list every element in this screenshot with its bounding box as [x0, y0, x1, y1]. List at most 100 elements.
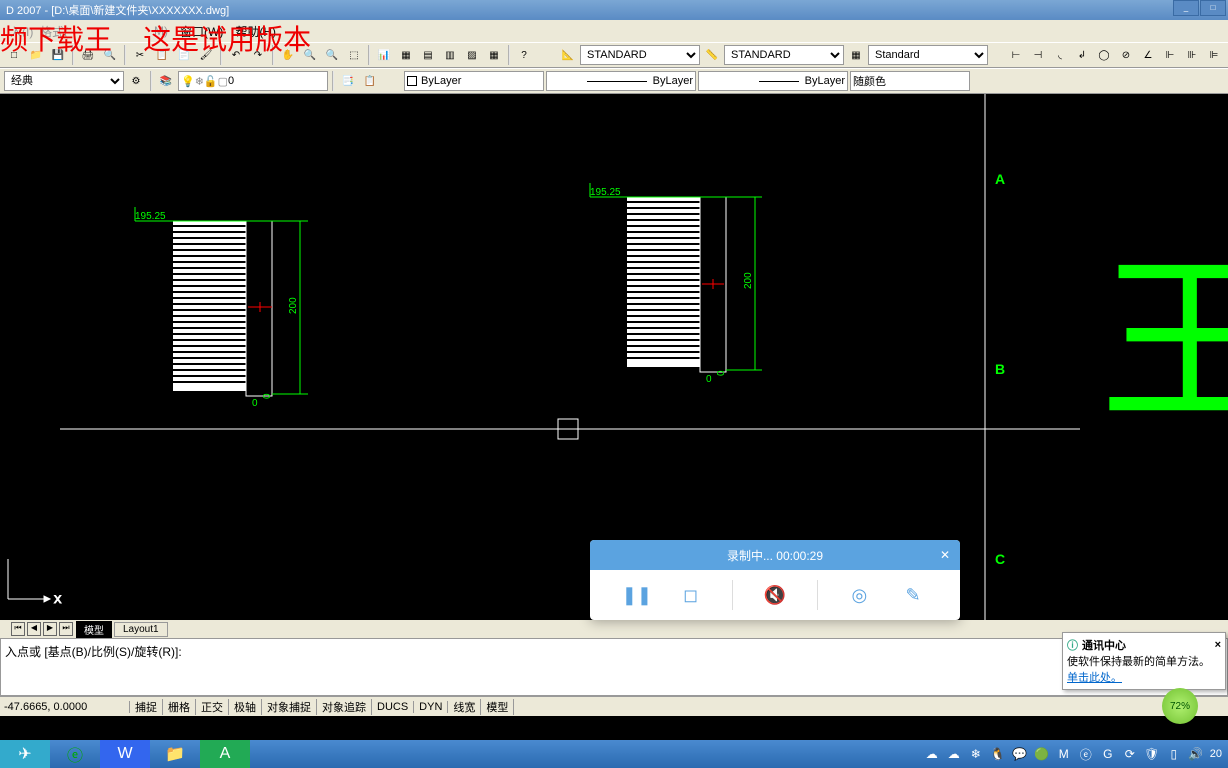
linetype-combo[interactable]: ByLayer: [546, 71, 696, 91]
tab-last-button[interactable]: ⏭: [59, 622, 73, 636]
layer-prop-button[interactable]: 📚: [156, 71, 176, 91]
dim-arc-button[interactable]: ◟: [1050, 45, 1070, 65]
dim-cont-button[interactable]: ⊫: [1204, 45, 1224, 65]
dc-button[interactable]: ▦: [396, 45, 416, 65]
tray-wechat-icon[interactable]: 💬: [1012, 746, 1028, 762]
dim-aligned-button[interactable]: ⊣: [1028, 45, 1048, 65]
tray-snow-icon[interactable]: ❄: [968, 746, 984, 762]
tablestyle-combo[interactable]: Standard: [868, 45, 988, 65]
paste-button[interactable]: 📄: [174, 45, 194, 65]
layer-combo[interactable]: 💡❄🔓▢ 0: [178, 71, 328, 91]
ssm-button[interactable]: ▥: [440, 45, 460, 65]
notification-close-button[interactable]: ×: [1215, 639, 1221, 651]
tab-model[interactable]: 模型: [76, 621, 112, 638]
tp-button[interactable]: ▤: [418, 45, 438, 65]
lineweight-combo[interactable]: ByLayer: [698, 71, 848, 91]
mkm-button[interactable]: ▨: [462, 45, 482, 65]
toggle-lwt[interactable]: 线宽: [448, 699, 481, 715]
toggle-ortho[interactable]: 正交: [196, 699, 229, 715]
zoom-button[interactable]: 🔍: [300, 45, 320, 65]
undo-button[interactable]: ↶: [226, 45, 246, 65]
calc-button[interactable]: ▦: [484, 45, 504, 65]
color-combo[interactable]: ByLayer: [404, 71, 544, 91]
preview-button[interactable]: 🔍: [100, 45, 120, 65]
tray-clock[interactable]: 20: [1210, 748, 1222, 760]
command-line[interactable]: 入点或 [基点(B)/比例(S)/旋转(R)]:: [0, 638, 1228, 696]
toolbar-layers: 经典 ⚙ 📚 💡❄🔓▢ 0 📑 📋 ByLayer ByLayer ByLaye…: [0, 68, 1228, 94]
redo-button[interactable]: ↷: [248, 45, 268, 65]
match-button[interactable]: 🖌: [196, 45, 216, 65]
dim-icon[interactable]: 📐: [558, 45, 578, 65]
menu-help[interactable]: 帮助(H): [235, 23, 276, 40]
tray-cloud-icon[interactable]: ☁: [924, 746, 940, 762]
save-button[interactable]: 💾: [48, 45, 68, 65]
zoom-prev-button[interactable]: 🔍: [322, 45, 342, 65]
status-coords: -47.6665, 0.0000: [0, 701, 130, 713]
dimstyle-combo[interactable]: STANDARD: [724, 45, 844, 65]
plot-button[interactable]: 🖨: [78, 45, 98, 65]
dim-rad-button[interactable]: ◯: [1094, 45, 1114, 65]
plotcolor-combo[interactable]: 随颜色: [850, 71, 970, 91]
taskbar-app-explorer[interactable]: 📁: [150, 740, 200, 768]
pan-button[interactable]: ✋: [278, 45, 298, 65]
copy-button[interactable]: 📋: [152, 45, 172, 65]
tray-360-icon[interactable]: 🟢: [1034, 746, 1050, 762]
dim-linear-button[interactable]: ⊢: [1006, 45, 1026, 65]
new-button[interactable]: □: [4, 45, 24, 65]
tray-g-icon[interactable]: G: [1100, 746, 1116, 762]
dim-base-button[interactable]: ⊪: [1182, 45, 1202, 65]
menu-window[interactable]: 窗口(W): [180, 23, 223, 40]
taskbar-app-ie[interactable]: ⓔ: [50, 740, 100, 768]
toggle-snap[interactable]: 捕捉: [130, 699, 163, 715]
toggle-osnap[interactable]: 对象捕捉: [262, 699, 317, 715]
tab-prev-button[interactable]: ◀: [27, 622, 41, 636]
notification-link[interactable]: 单击此处。: [1067, 672, 1122, 684]
maximize-button[interactable]: □: [1200, 0, 1226, 16]
tray-qq-icon[interactable]: 🐧: [990, 746, 1006, 762]
tab-first-button[interactable]: ⏮: [11, 622, 25, 636]
recorder-camera-button[interactable]: ◎: [847, 583, 871, 607]
tray-cloud2-icon[interactable]: ☁: [946, 746, 962, 762]
recorder-draw-button[interactable]: ✎: [901, 583, 925, 607]
tray-m-icon[interactable]: M: [1056, 746, 1072, 762]
workspace-combo[interactable]: 经典: [4, 71, 124, 91]
tab-next-button[interactable]: ▶: [43, 622, 57, 636]
open-button[interactable]: 📁: [26, 45, 46, 65]
zoom-win-button[interactable]: ⬚: [344, 45, 364, 65]
toggle-grid[interactable]: 栅格: [163, 699, 196, 715]
dim2-icon[interactable]: 📏: [702, 45, 722, 65]
toggle-otrack[interactable]: 对象追踪: [317, 699, 372, 715]
props-button[interactable]: 📊: [374, 45, 394, 65]
toggle-dyn[interactable]: DYN: [414, 701, 448, 713]
tray-shield-icon[interactable]: 🛡: [1144, 746, 1160, 762]
toggle-model[interactable]: 模型: [481, 699, 514, 715]
taskbar-app-wps[interactable]: W: [100, 740, 150, 768]
tray-ie-icon[interactable]: ⓔ: [1078, 746, 1094, 762]
recorder-header[interactable]: 录制中... 00:00:29 ✕: [590, 540, 960, 570]
taskbar-app-cad[interactable]: A: [200, 740, 250, 768]
system-tray: ☁ ☁ ❄ 🐧 💬 🟢 M ⓔ G ⟳ 🛡 ▯ 🔊 20: [924, 746, 1228, 762]
cut-button[interactable]: ✂: [130, 45, 150, 65]
toggle-ducs[interactable]: DUCS: [372, 701, 414, 713]
dim-ord-button[interactable]: ↲: [1072, 45, 1092, 65]
help-button[interactable]: ?: [514, 45, 534, 65]
tray-battery-icon[interactable]: ▯: [1166, 746, 1182, 762]
recorder-close-button[interactable]: ✕: [940, 548, 950, 562]
textstyle-combo[interactable]: STANDARD: [580, 45, 700, 65]
dim-dia-button[interactable]: ⊘: [1116, 45, 1136, 65]
tab-layout1[interactable]: Layout1: [114, 622, 168, 637]
layer-state-button[interactable]: 📑: [338, 71, 358, 91]
recorder-pause-button[interactable]: ❚❚: [625, 583, 649, 607]
tray-refresh-icon[interactable]: ⟳: [1122, 746, 1138, 762]
dim-ang-button[interactable]: ∠: [1138, 45, 1158, 65]
toggle-polar[interactable]: 极轴: [229, 699, 262, 715]
table-icon[interactable]: ▦: [846, 45, 866, 65]
dim-quick-button[interactable]: ⊩: [1160, 45, 1180, 65]
recorder-stop-button[interactable]: ◻: [679, 583, 703, 607]
tray-speaker-icon[interactable]: 🔊: [1188, 746, 1204, 762]
ws-settings-button[interactable]: ⚙: [126, 71, 146, 91]
recorder-mute-button[interactable]: 🔇: [763, 583, 787, 607]
minimize-button[interactable]: _: [1173, 0, 1199, 16]
layer-prev-button[interactable]: 📋: [360, 71, 380, 91]
taskbar-app-1[interactable]: ✈: [0, 740, 50, 768]
